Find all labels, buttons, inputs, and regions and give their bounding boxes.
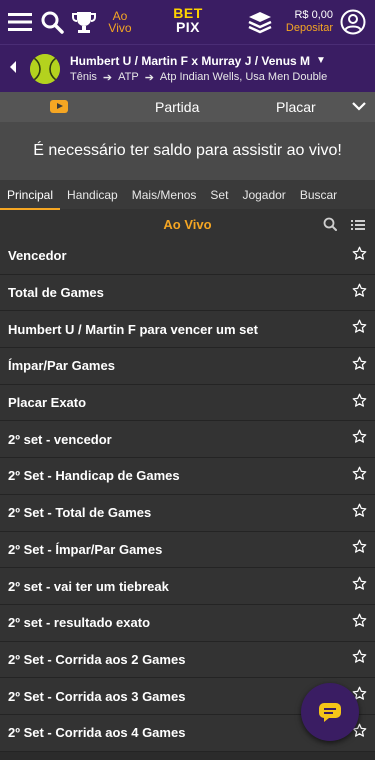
live-link[interactable]: Ao Vivo xyxy=(104,10,136,34)
market-row[interactable]: 2º set - resultado exato xyxy=(0,604,375,642)
market-row[interactable]: Ímpar/Par Games xyxy=(0,348,375,385)
deposit-link[interactable]: Depositar xyxy=(286,22,333,35)
star-icon[interactable] xyxy=(352,393,367,413)
star-icon[interactable] xyxy=(352,613,367,633)
search-icon[interactable] xyxy=(323,217,337,236)
star-icon[interactable] xyxy=(352,576,367,596)
logo-text-top: BET xyxy=(173,5,203,21)
search-icon[interactable] xyxy=(38,8,66,36)
star-icon[interactable] xyxy=(352,356,367,376)
market-row[interactable]: 2º Set - Handicap de Games xyxy=(0,458,375,495)
tab-principal[interactable]: Principal xyxy=(0,180,61,210)
market-row[interactable]: 2º Set - Corrida aos 2 Games xyxy=(0,641,375,679)
chat-button[interactable] xyxy=(301,683,359,741)
balance-block[interactable]: R$ 0,00 Depositar xyxy=(286,9,333,35)
market-label: 2º set - resultado exato xyxy=(8,615,151,631)
menu-icon[interactable] xyxy=(6,8,34,36)
market-label: 2º Set - Corrida aos 4 Games xyxy=(8,725,186,741)
market-label: 2º set - vai ter um tiebreak xyxy=(8,578,169,594)
layers-icon[interactable] xyxy=(246,8,274,36)
balance-amount: R$ 0,00 xyxy=(294,9,333,21)
trophy-icon[interactable] xyxy=(70,8,98,36)
market-row[interactable]: Placar Exato xyxy=(0,384,375,422)
user-icon[interactable] xyxy=(339,8,367,36)
market-row[interactable]: 2º set - vencedor xyxy=(0,421,375,459)
market-tabs: Principal Handicap Mais/Menos Set Jogado… xyxy=(0,180,375,210)
market-row[interactable]: 2º Set - Ímpar/Par Games xyxy=(0,531,375,569)
breadcrumb: Tênis ➔ ATP ➔ Atp Indian Wells, Usa Men … xyxy=(70,71,327,84)
market-label: Placar Exato xyxy=(8,395,87,411)
topbar-right: R$ 0,00 Depositar xyxy=(246,0,371,44)
star-icon[interactable] xyxy=(352,466,367,486)
market-label: Ímpar/Par Games xyxy=(8,358,115,374)
market-row[interactable]: Vencedor xyxy=(0,238,375,275)
market-label: Vencedor xyxy=(8,248,67,264)
video-play-icon[interactable] xyxy=(50,100,68,113)
arrow-right-icon: ➔ xyxy=(102,71,113,84)
star-icon[interactable] xyxy=(352,246,367,266)
tennis-ball-icon xyxy=(30,53,60,84)
stream-bar: Partida Placar xyxy=(0,92,375,122)
match-title-text: Humbert U / Martin F x Murray J / Venus … xyxy=(70,53,311,68)
tab-placar[interactable]: Placar xyxy=(276,99,316,115)
chevron-down-icon[interactable] xyxy=(351,98,367,119)
section-title: Ao Vivo xyxy=(163,217,212,232)
brand-logo[interactable]: BET PIX xyxy=(168,6,208,34)
arrow-right-icon: ➔ xyxy=(144,71,154,84)
match-title[interactable]: Humbert U / Martin F x Murray J / Venus … xyxy=(70,54,327,68)
star-icon[interactable] xyxy=(352,539,367,559)
market-label: 2º Set - Corrida aos 2 Games xyxy=(8,651,186,667)
tab-buscar[interactable]: Buscar xyxy=(293,180,344,210)
caret-down-icon[interactable]: ▼ xyxy=(316,55,326,66)
star-icon[interactable] xyxy=(352,283,367,303)
market-label: 2º Set - Handicap de Games xyxy=(8,468,180,484)
live-section-header: Ao Vivo xyxy=(0,210,375,238)
market-label: 2º set - vencedor xyxy=(8,431,112,447)
market-row[interactable]: 2º Set - Total de Games xyxy=(0,494,375,532)
star-icon[interactable] xyxy=(352,429,367,449)
market-label: Humbert U / Martin F para vencer um set xyxy=(8,321,258,337)
market-row[interactable]: Total de Games xyxy=(0,274,375,312)
star-icon[interactable] xyxy=(352,319,367,339)
live-stream-notice: É necessário ter saldo para assistir ao … xyxy=(0,122,375,180)
market-label: 2º Set - Total de Games xyxy=(8,505,152,521)
breadcrumb-tournament[interactable]: Atp Indian Wells, Usa Men Double xyxy=(160,71,327,83)
market-label: Total de Games xyxy=(8,285,104,301)
tab-handicap[interactable]: Handicap xyxy=(60,180,125,210)
star-icon[interactable] xyxy=(352,503,367,523)
logo-text-bottom: PIX xyxy=(175,19,201,35)
tab-jogador[interactable]: Jogador xyxy=(235,180,292,210)
market-row[interactable]: Humbert U / Martin F para vencer um set xyxy=(0,311,375,349)
market-label: 2º Set - Corrida aos 3 Games xyxy=(8,688,186,704)
tab-partida[interactable]: Partida xyxy=(155,99,199,115)
list-view-icon[interactable] xyxy=(351,218,365,236)
back-arrow-icon[interactable] xyxy=(8,60,24,77)
chat-icon xyxy=(319,703,341,722)
markets-list: Vencedor Total de Games Humbert U / Martin… xyxy=(0,238,375,752)
market-row[interactable]: 2º set - vai ter um tiebreak xyxy=(0,568,375,605)
match-header: Humbert U / Martin F x Murray J / Venus … xyxy=(0,44,375,92)
tab-set[interactable]: Set xyxy=(203,180,235,210)
top-bar: Ao Vivo BET PIX R$ 0,00 Depositar xyxy=(0,0,375,44)
breadcrumb-category[interactable]: ATP xyxy=(118,71,139,83)
star-icon[interactable] xyxy=(352,649,367,669)
match-info: Humbert U / Martin F x Murray J / Venus … xyxy=(70,54,327,84)
tab-mais-menos[interactable]: Mais/Menos xyxy=(125,180,204,210)
breadcrumb-sport[interactable]: Tênis xyxy=(70,71,97,83)
market-label: 2º Set - Ímpar/Par Games xyxy=(8,541,163,557)
